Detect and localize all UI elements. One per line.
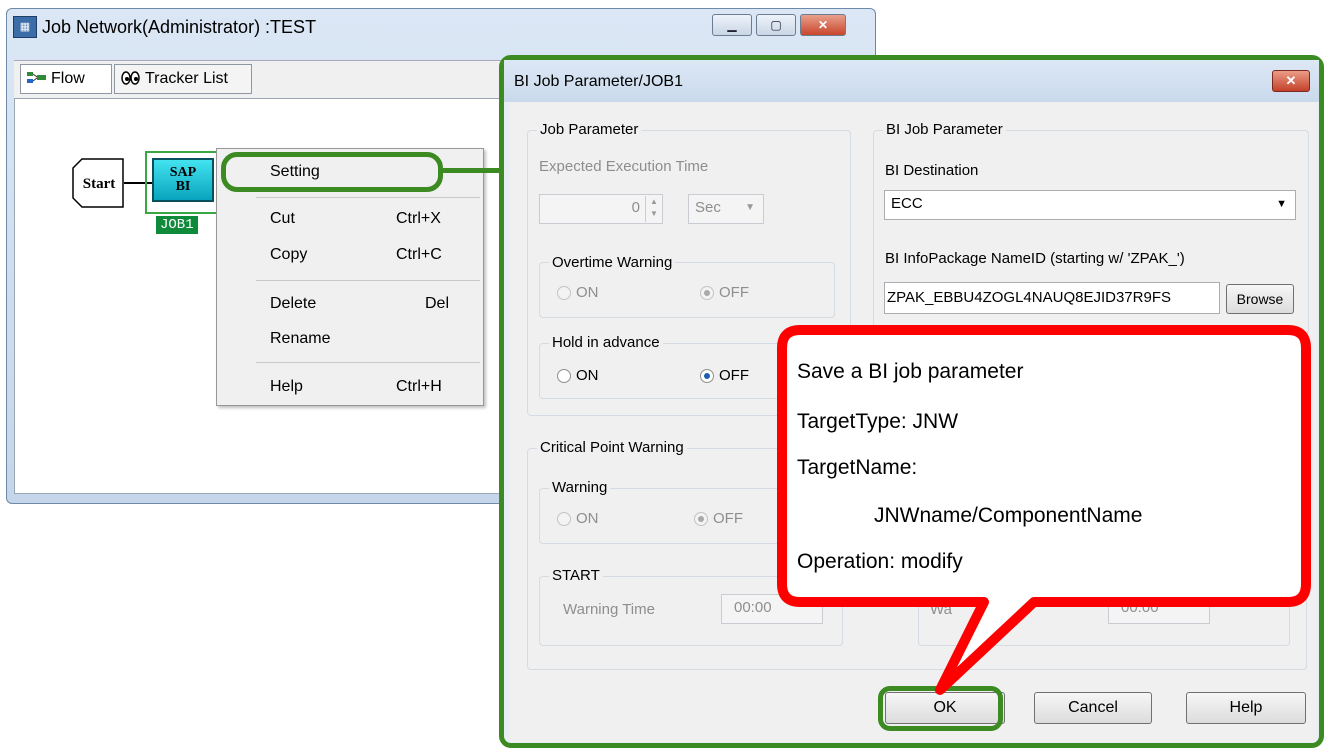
end-warning-time-input: 00:00 xyxy=(1108,594,1210,624)
start-warning-time-input: 00:00 xyxy=(721,594,823,624)
job-node-label: JOB1 xyxy=(156,216,198,234)
dialog-close-button[interactable]: ✕ xyxy=(1272,70,1310,92)
browse-button[interactable]: Browse xyxy=(1226,284,1294,314)
end-warning-time-label: Wa xyxy=(930,601,952,618)
bi-destination-select[interactable]: ECC ▼ xyxy=(884,190,1296,220)
hold-off-label: OFF xyxy=(719,367,749,384)
callout-line-3: TargetName: xyxy=(797,456,918,479)
maximize-button[interactable]: ▢ xyxy=(756,14,796,36)
menu-item-delete[interactable]: Delete xyxy=(270,294,316,314)
cancel-button[interactable]: Cancel xyxy=(1034,692,1152,724)
menu-shortcut-cut: Ctrl+X xyxy=(396,210,441,227)
menu-separator xyxy=(256,280,480,281)
job-parameter-group-label: Job Parameter xyxy=(537,121,642,139)
bi-infopackage-input[interactable]: ZPAK_EBBU4ZOGL4NAUQ8EJID37R9FS xyxy=(884,282,1220,314)
menu-item-help[interactable]: Help xyxy=(270,377,303,397)
tab-tracker-list-label: Tracker List xyxy=(145,70,228,87)
close-button[interactable]: ✕ xyxy=(800,14,846,36)
warning-off-radio xyxy=(694,512,708,526)
expected-execution-time-label: Expected Execution Time xyxy=(539,158,709,175)
overtime-off-label: OFF xyxy=(719,284,749,301)
ok-highlight xyxy=(878,686,1003,731)
bi-destination-label: BI Destination xyxy=(885,162,979,179)
overtime-on-label: ON xyxy=(576,284,599,301)
chevron-down-icon: ▼ xyxy=(745,202,755,213)
menu-separator xyxy=(256,197,480,198)
hold-on-radio[interactable] xyxy=(557,369,571,383)
time-unit-select: Sec ▼ xyxy=(688,194,764,224)
start-warning-time-label: Warning Time xyxy=(563,601,655,618)
start-group-label: START xyxy=(549,567,603,585)
hold-on-label: ON xyxy=(576,367,599,384)
hold-in-advance-label: Hold in advance xyxy=(549,334,663,352)
sap-bi-job-node[interactable]: SAP BI xyxy=(152,158,214,202)
start-node-label: Start xyxy=(83,176,116,192)
flow-icon xyxy=(27,67,47,83)
bi-infopackage-label: BI InfoPackage NameID (starting w/ 'ZPAK… xyxy=(885,250,1185,267)
dialog-title: BI Job Parameter/JOB1 xyxy=(514,73,683,90)
hold-off-radio[interactable] xyxy=(700,369,714,383)
menu-item-cut[interactable]: Cut xyxy=(270,209,295,229)
job-network-title: Job Network(Administrator) :TEST xyxy=(42,17,317,37)
tab-tracker-list[interactable]: Tracker List xyxy=(114,64,252,94)
overtime-on-radio xyxy=(557,286,571,300)
overtime-off-radio xyxy=(700,286,714,300)
callout-line-1: Save a BI job parameter xyxy=(797,360,1024,383)
menu-shortcut-copy: Ctrl+C xyxy=(396,246,442,263)
callout-line-5: Operation: modify xyxy=(797,550,963,573)
end-warning-group xyxy=(918,576,1290,646)
sap-node-line2: BI xyxy=(175,179,191,194)
tab-flow-label: Flow xyxy=(51,70,85,87)
menu-item-copy[interactable]: Copy xyxy=(270,245,307,265)
tab-flow[interactable]: Flow xyxy=(20,64,112,94)
menu-item-rename[interactable]: Rename xyxy=(270,329,330,349)
minimize-button[interactable]: ▁ xyxy=(712,14,752,36)
warning-on-label: ON xyxy=(576,510,599,527)
critical-point-warning-label: Critical Point Warning xyxy=(537,439,687,457)
menu-shortcut-help: Ctrl+H xyxy=(396,378,442,395)
start-node[interactable]: Start xyxy=(72,158,124,208)
setting-highlight xyxy=(221,152,443,192)
time-spinner-icon: ▲ ▼ xyxy=(645,196,662,222)
bi-job-parameter-group-label: BI Job Parameter xyxy=(883,121,1006,139)
sap-node-line1: SAP xyxy=(169,165,197,180)
menu-shortcut-delete: Del xyxy=(425,295,450,312)
overtime-warning-label: Overtime Warning xyxy=(549,254,676,272)
tracker-eyes-icon xyxy=(121,67,141,85)
help-button[interactable]: Help xyxy=(1186,692,1306,724)
menu-separator xyxy=(256,362,480,363)
highlight-connector-line xyxy=(443,168,503,173)
warning-group-label: Warning xyxy=(549,479,611,497)
job-network-app-icon: ▦ xyxy=(13,16,37,38)
callout-line-4: JNWname/ComponentName xyxy=(874,504,1143,527)
callout-line-2: TargetType: JNW xyxy=(797,410,959,433)
warning-off-label: OFF xyxy=(713,510,743,527)
warning-on-radio xyxy=(557,512,571,526)
chevron-down-icon: ▼ xyxy=(1276,198,1287,210)
